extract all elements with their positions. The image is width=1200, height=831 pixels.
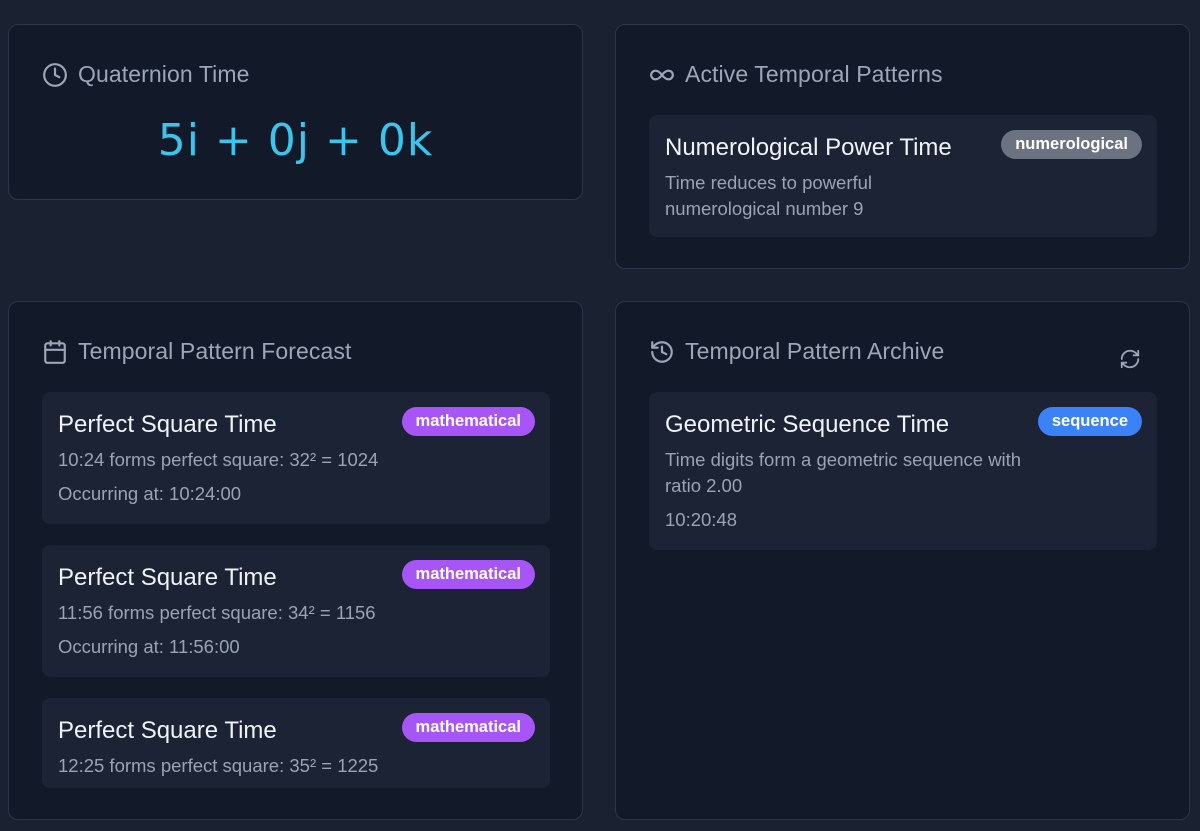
quaternion-time-title: Quaternion Time [78, 61, 250, 87]
pattern-description: Time reduces to powerful numerological n… [665, 172, 873, 219]
quaternion-time-card: Quaternion Time 5i + 0j + 0k [8, 24, 583, 200]
active-patterns-title: Active Temporal Patterns [685, 61, 943, 87]
archive-title: Temporal Pattern Archive [685, 338, 945, 364]
forecast-item-time: Occurring at: 10:24:00 [58, 483, 242, 504]
forecast-item-title: Perfect Square Time [58, 411, 277, 438]
pattern-item: Numerological Power Time numerological T… [649, 115, 1157, 237]
forecast-item: Perfect Square Time mathematical 11:56 f… [42, 545, 550, 677]
forecast-item-title: Perfect Square Time [58, 717, 277, 744]
refresh-icon[interactable] [1119, 348, 1143, 372]
archive-card: Temporal Pattern Archive Geometric Seque… [615, 301, 1190, 820]
forecast-item-description: 12:25 forms perfect square: 35² = 1225 [58, 755, 379, 776]
pattern-badge: numerological [1001, 130, 1142, 159]
archive-item-time: 10:20:48 [665, 509, 738, 530]
forecast-item: Perfect Square Time mathematical 10:24 f… [42, 392, 550, 524]
quaternion-time-header: Quaternion Time [42, 61, 250, 88]
forecast-item-badge: mathematical [401, 407, 535, 436]
forecast-item-badge: mathematical [401, 560, 535, 589]
archive-item-description: Time digits form a geometric sequence wi… [665, 449, 1022, 496]
forecast-item-badge: mathematical [401, 713, 535, 742]
pattern-title: Numerological Power Time [665, 134, 952, 161]
archive-item-badge: sequence [1037, 407, 1142, 436]
forecast-card: Temporal Pattern Forecast Perfect Square… [8, 301, 583, 820]
infinity-icon [649, 62, 675, 88]
forecast-item-description: 10:24 forms perfect square: 32² = 1024 [58, 449, 379, 470]
archive-header: Temporal Pattern Archive [649, 338, 944, 365]
clock-icon [42, 62, 68, 88]
history-icon [649, 339, 675, 365]
quaternion-time-value: 5i + 0j + 0k [157, 115, 434, 166]
calendar-icon [42, 339, 68, 365]
forecast-item-description: 11:56 forms perfect square: 34² = 1156 [58, 602, 376, 623]
forecast-header: Temporal Pattern Forecast [42, 338, 352, 365]
archive-item: Geometric Sequence Time sequence Time di… [649, 392, 1157, 550]
forecast-item-time: Occurring at: 11:56:00 [58, 636, 240, 657]
active-patterns-header: Active Temporal Patterns [649, 61, 943, 88]
forecast-title: Temporal Pattern Forecast [78, 338, 352, 364]
forecast-item: Perfect Square Time mathematical 12:25 f… [42, 698, 550, 788]
active-patterns-card: Active Temporal Patterns Numerological P… [615, 24, 1190, 269]
forecast-item-title: Perfect Square Time [58, 564, 277, 591]
archive-item-title: Geometric Sequence Time [665, 411, 950, 438]
